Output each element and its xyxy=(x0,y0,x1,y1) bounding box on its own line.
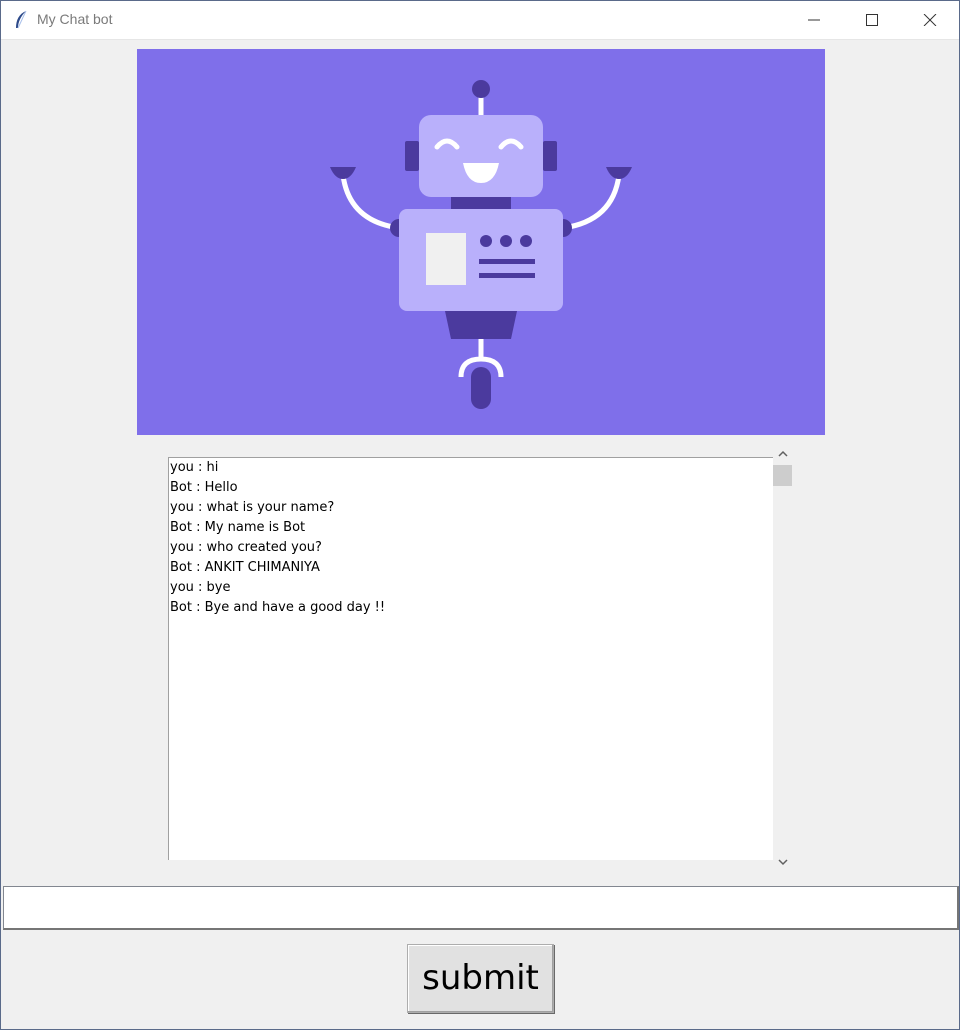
close-button[interactable] xyxy=(901,1,959,39)
maximize-button[interactable] xyxy=(843,1,901,39)
chevron-up-icon[interactable] xyxy=(777,449,789,459)
chat-line: Bot : My name is Bot xyxy=(170,520,306,535)
chat-line: you : bye xyxy=(170,580,231,595)
chat-line: Bot : Hello xyxy=(170,480,238,495)
chat-line: Bot : Bye and have a good day !! xyxy=(170,600,386,615)
chat-line: you : who created you? xyxy=(170,540,322,555)
scrollbar-thumb[interactable] xyxy=(773,465,792,486)
robot-illustration xyxy=(330,80,632,409)
minimize-button[interactable] xyxy=(785,1,843,39)
feather-icon xyxy=(13,10,29,30)
minimize-icon xyxy=(808,19,820,21)
title-bar: My Chat bot xyxy=(1,1,959,40)
chat-log[interactable]: you : hi Bot : Hello you : what is your … xyxy=(168,457,773,860)
submit-button[interactable]: submit xyxy=(407,944,554,1013)
chat-line: Bot : ANKIT CHIMANIYA xyxy=(170,560,320,575)
maximize-icon xyxy=(866,14,878,26)
close-icon xyxy=(923,14,937,26)
chat-scrollbar[interactable] xyxy=(773,445,793,871)
app-window: My Chat bot you: hi Bot: Hello you: w… xyxy=(0,0,960,1030)
message-input[interactable] xyxy=(3,886,959,930)
robot-banner xyxy=(137,49,825,435)
window-title: My Chat bot xyxy=(37,11,113,27)
chat-line: you : hi xyxy=(170,460,219,475)
chat-line: you : what is your name? xyxy=(170,500,335,515)
chevron-down-icon[interactable] xyxy=(777,857,789,867)
